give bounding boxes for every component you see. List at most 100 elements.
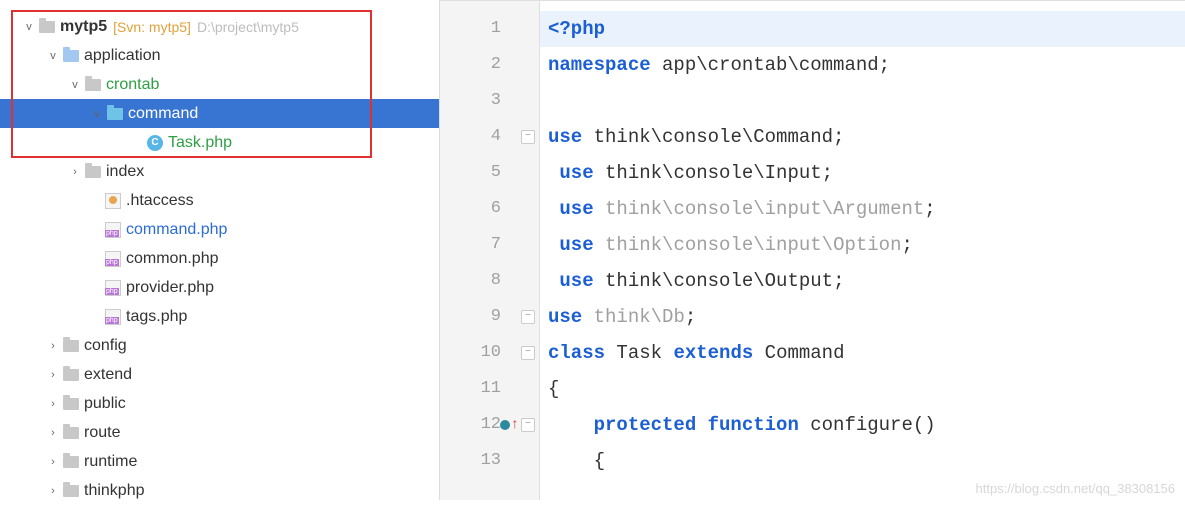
tree-item-common-php[interactable]: common.php (0, 244, 439, 273)
tree-item-index[interactable]: › index (0, 157, 439, 186)
code-line[interactable]: class Task extends Command (540, 335, 1185, 371)
gutter-marker-icon: ↑ (500, 407, 519, 443)
fold-icon[interactable]: − (521, 310, 535, 324)
chevron-right-icon: › (46, 427, 60, 439)
gutter-line: 9− (440, 299, 539, 335)
gutter-line: 11 (440, 371, 539, 407)
tree-root-label: mytp5 (60, 18, 107, 36)
code-line[interactable]: use think\console\Command; (540, 119, 1185, 155)
item-icon (62, 50, 80, 62)
code-line[interactable]: use think\console\input\Argument; (540, 191, 1185, 227)
tree-item-application[interactable]: v application (0, 41, 439, 70)
item-icon (62, 485, 80, 497)
gutter-line: 7 (440, 227, 539, 263)
item-icon (84, 166, 102, 178)
fold-icon[interactable]: − (521, 418, 535, 432)
chevron-down-icon: v (46, 50, 60, 62)
tree-item-config[interactable]: › config (0, 331, 439, 360)
tree-item--htaccess[interactable]: .htaccess (0, 186, 439, 215)
item-icon (106, 108, 124, 120)
item-icon: C (146, 135, 164, 151)
tree-item-label: extend (84, 366, 132, 384)
tree-item-public[interactable]: › public (0, 389, 439, 418)
tree-item-runtime[interactable]: › runtime (0, 447, 439, 476)
code-line[interactable]: { (540, 443, 1185, 479)
code-line[interactable]: namespace app\crontab\command; (540, 47, 1185, 83)
gutter-line: 4− (440, 119, 539, 155)
tree-item-extend[interactable]: › extend (0, 360, 439, 389)
code-line[interactable]: <?php (540, 11, 1185, 47)
item-icon (104, 193, 122, 209)
tree-item-crontab[interactable]: v crontab (0, 70, 439, 99)
item-icon (62, 369, 80, 381)
tree-item-route[interactable]: › route (0, 418, 439, 447)
code-line[interactable]: use think\console\Output; (540, 263, 1185, 299)
item-icon (84, 79, 102, 91)
tree-item-label: common.php (126, 250, 219, 268)
code-editor[interactable]: 1234−56789−10−1112−↑13 <?phpnamespace ap… (440, 0, 1185, 500)
code-line[interactable] (540, 83, 1185, 119)
tree-item-label: provider.php (126, 279, 214, 297)
tree-item-label: application (84, 47, 161, 65)
project-path: D:\project\mytp5 (197, 19, 299, 35)
code-area[interactable]: <?phpnamespace app\crontab\command; use t… (540, 1, 1185, 500)
tree-item-label: route (84, 424, 120, 442)
gutter-line: 10− (440, 335, 539, 371)
tree-root[interactable]: v mytp5 [Svn: mytp5] D:\project\mytp5 (0, 12, 439, 41)
tree-item-label: thinkphp (84, 482, 145, 500)
code-line[interactable]: use think\console\input\Option; (540, 227, 1185, 263)
tree-item-command-php[interactable]: command.php (0, 215, 439, 244)
item-icon (104, 251, 122, 267)
folder-icon (38, 21, 56, 33)
code-line[interactable]: protected function configure() (540, 407, 1185, 443)
tree-item-label: crontab (106, 76, 159, 94)
code-line[interactable]: use think\console\Input; (540, 155, 1185, 191)
line-gutter: 1234−56789−10−1112−↑13 (440, 1, 540, 500)
tree-item-label: Task.php (168, 134, 232, 152)
chevron-right-icon: › (46, 398, 60, 410)
vcs-info: [Svn: mytp5] (113, 19, 191, 35)
gutter-line: 2 (440, 47, 539, 83)
gutter-line: 5 (440, 155, 539, 191)
chevron-right-icon: › (68, 166, 82, 178)
gutter-line: 3 (440, 83, 539, 119)
fold-icon[interactable]: − (521, 130, 535, 144)
chevron-right-icon: › (46, 485, 60, 497)
chevron-right-icon: › (46, 340, 60, 352)
gutter-line: 12−↑ (440, 407, 539, 443)
gutter-line: 8 (440, 263, 539, 299)
code-line[interactable]: { (540, 371, 1185, 407)
tree-item-tags-php[interactable]: tags.php (0, 302, 439, 331)
chevron-right-icon: › (46, 456, 60, 468)
chevron-right-icon: › (46, 369, 60, 381)
tree-item-label: command.php (126, 221, 227, 239)
item-icon (104, 222, 122, 238)
gutter-line: 13 (440, 443, 539, 479)
tree-item-label: public (84, 395, 126, 413)
item-icon (62, 398, 80, 410)
chevron-down-icon: v (22, 21, 36, 33)
tree-item-label: runtime (84, 453, 137, 471)
watermark: https://blog.csdn.net/qq_38308156 (976, 481, 1176, 496)
gutter-line: 6 (440, 191, 539, 227)
tree-item-command[interactable]: v command (0, 99, 439, 128)
tree-item-label: index (106, 163, 144, 181)
chevron-down-icon: v (90, 108, 104, 120)
project-tree[interactable]: v mytp5 [Svn: mytp5] D:\project\mytp5v a… (0, 0, 440, 500)
item-icon (62, 340, 80, 352)
item-icon (62, 456, 80, 468)
fold-icon[interactable]: − (521, 346, 535, 360)
item-icon (104, 309, 122, 325)
item-icon (62, 427, 80, 439)
tree-item-label: .htaccess (126, 192, 194, 210)
gutter-line: 1 (440, 11, 539, 47)
tree-item-thinkphp[interactable]: › thinkphp (0, 476, 439, 505)
chevron-down-icon: v (68, 79, 82, 91)
code-line[interactable]: use think\Db; (540, 299, 1185, 335)
tree-item-label: tags.php (126, 308, 187, 326)
tree-item-Task-php[interactable]: C Task.php (0, 128, 439, 157)
tree-item-label: command (128, 105, 198, 123)
tree-item-label: config (84, 337, 127, 355)
tree-item-provider-php[interactable]: provider.php (0, 273, 439, 302)
item-icon (104, 280, 122, 296)
